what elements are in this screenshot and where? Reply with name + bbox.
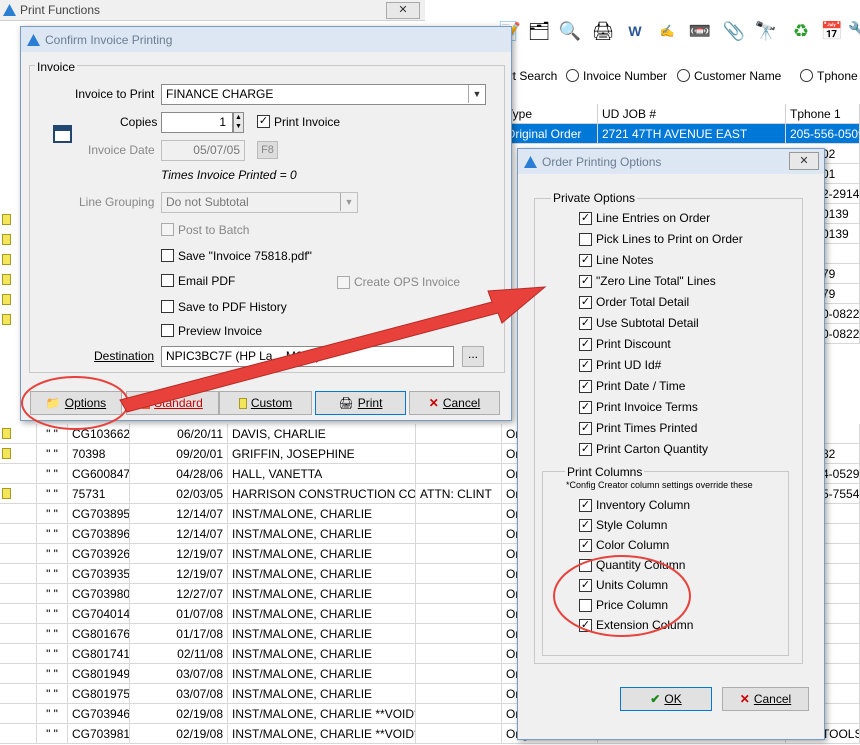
red-arrow: [119, 286, 547, 413]
columns-highlight-ellipse: [553, 555, 691, 637]
annotation-overlay: [21, 286, 691, 637]
options-highlight-ellipse: [21, 376, 129, 430]
